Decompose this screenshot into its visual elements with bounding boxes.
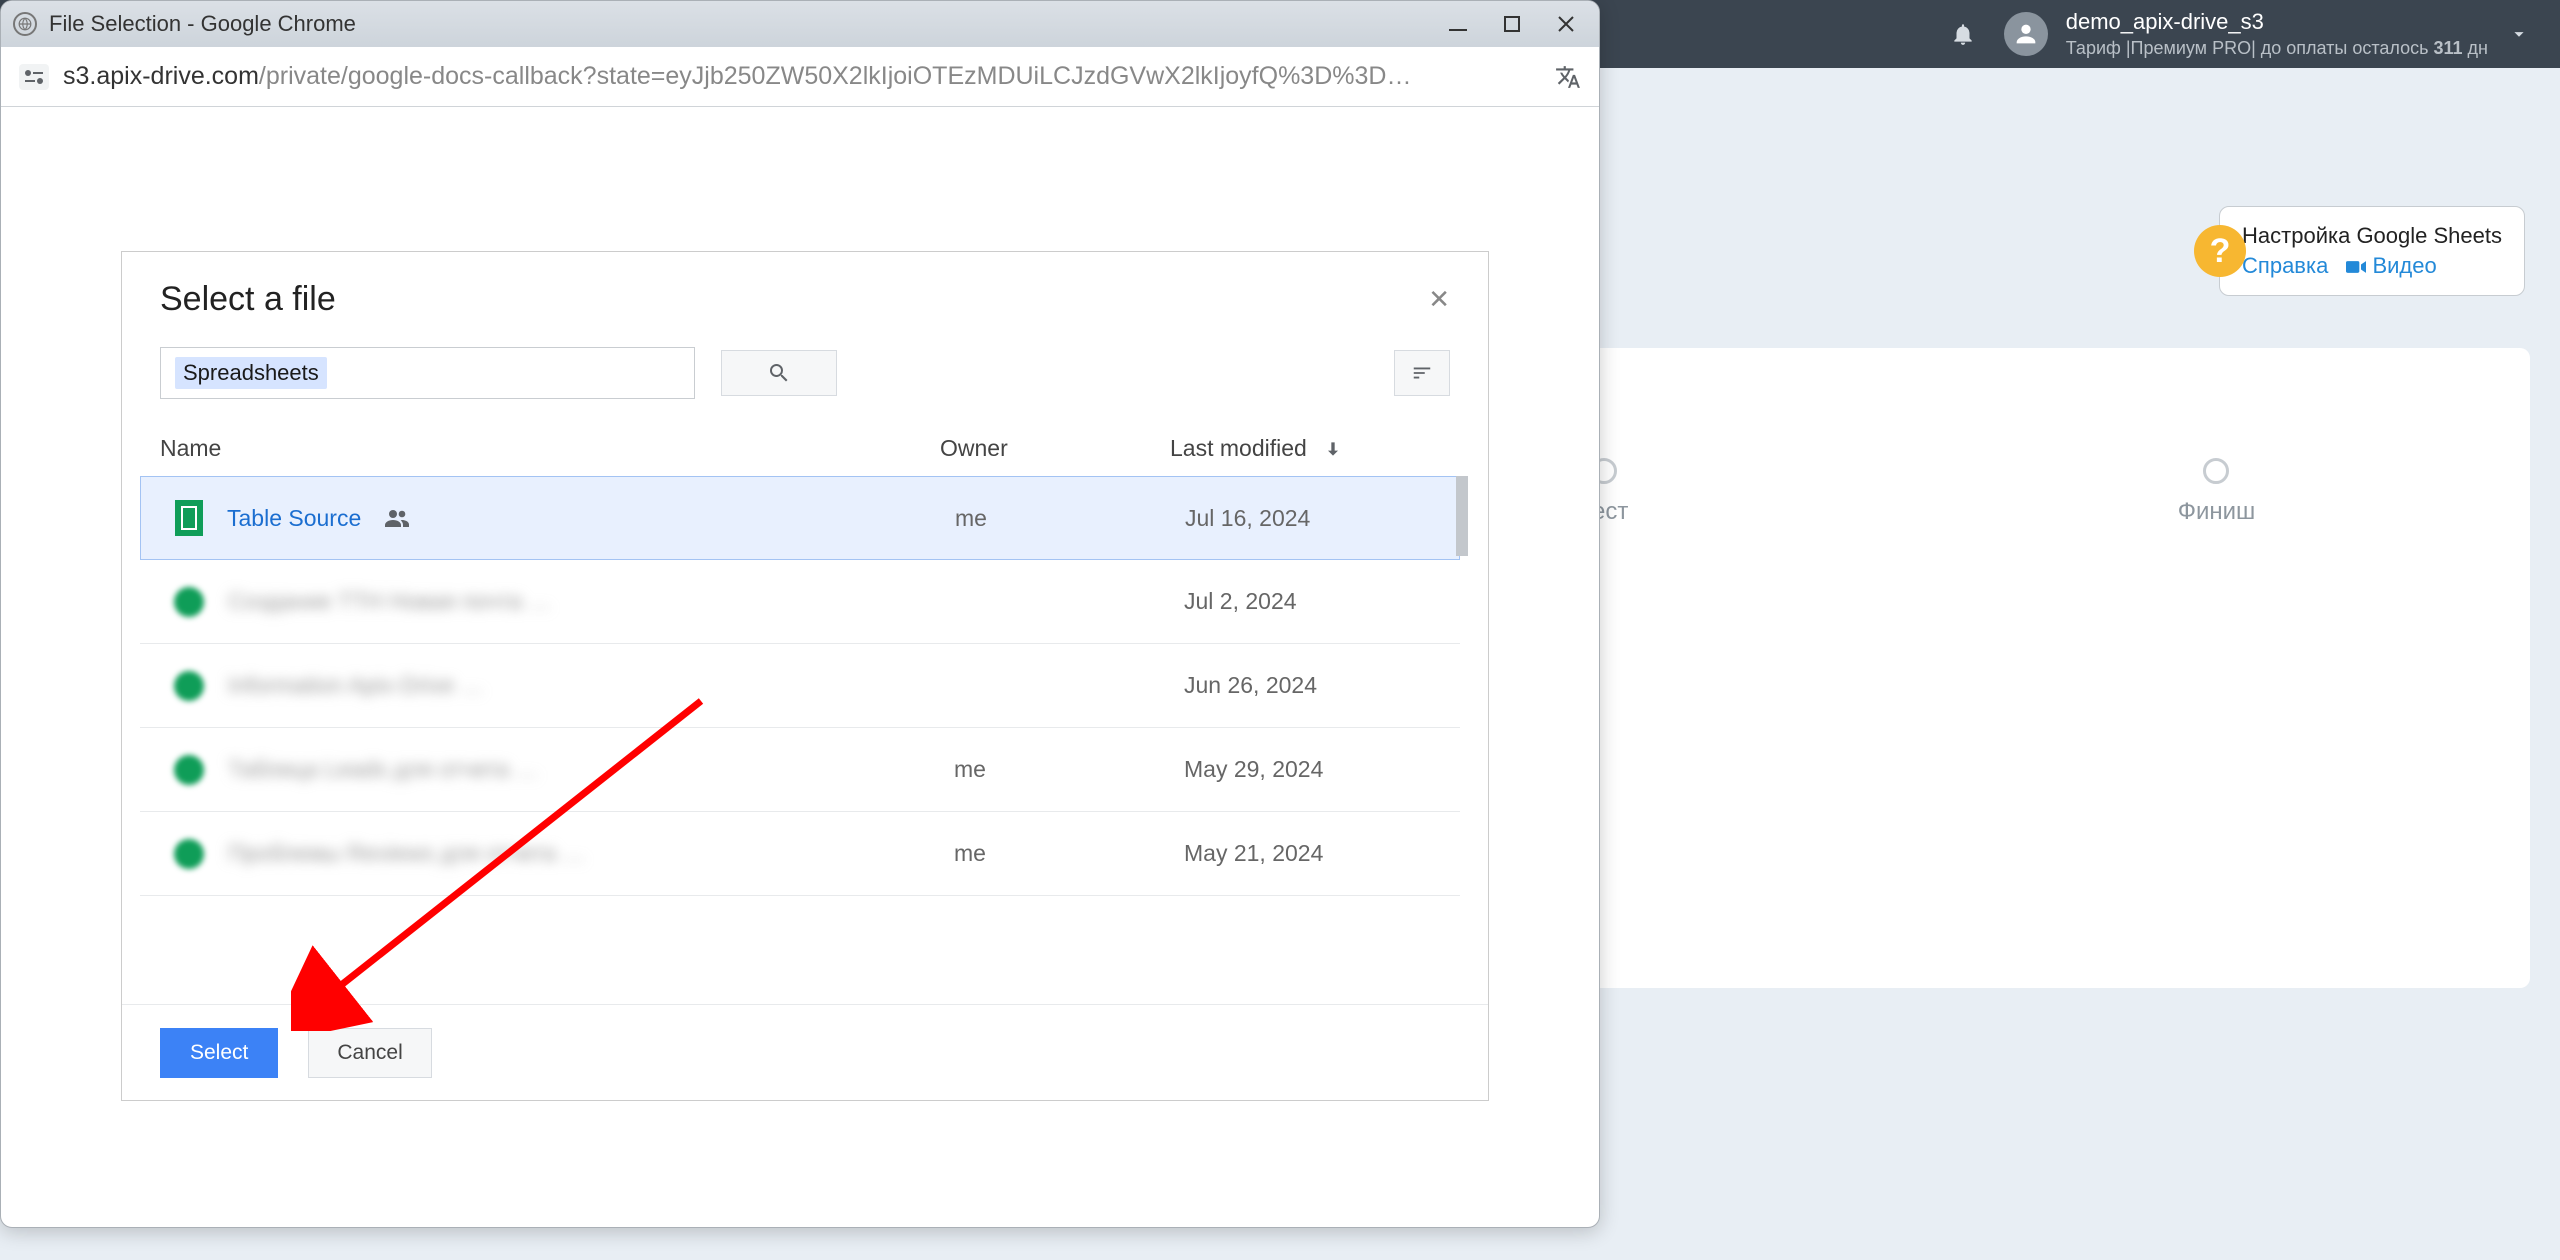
url-bar[interactable]: s3.apix-drive.com/private/google-docs-ca… bbox=[1, 47, 1599, 107]
chevron-down-icon[interactable] bbox=[2508, 23, 2530, 45]
picker-toolbar: Spreadsheets bbox=[122, 337, 1488, 417]
site-settings-icon[interactable] bbox=[19, 64, 49, 90]
sheets-icon bbox=[175, 500, 203, 536]
window-buttons bbox=[1447, 13, 1577, 35]
filter-chip[interactable]: Spreadsheets bbox=[175, 357, 327, 389]
file-row[interactable]: Создание ТТН Новая почта … Jul 2, 2024 bbox=[140, 560, 1460, 644]
help-link-reference[interactable]: Справка bbox=[2242, 253, 2328, 279]
search-input[interactable]: Spreadsheets bbox=[160, 347, 695, 399]
file-name: Таблица Leads для отчета … bbox=[228, 756, 539, 783]
file-name: Создание ТТН Новая почта … bbox=[228, 588, 551, 615]
file-picker: Select a file ✕ Spreadsheets Name Owner … bbox=[121, 251, 1489, 1101]
sheets-icon bbox=[174, 839, 204, 869]
file-modified: May 21, 2024 bbox=[1184, 840, 1426, 867]
picker-list: Table Source me Jul 16, 2024 Создание ТТ… bbox=[126, 476, 1468, 1004]
user-tariff: Тариф |Премиум PRO| до оплаты осталось 3… bbox=[2066, 37, 2488, 60]
shared-icon bbox=[385, 509, 409, 527]
cancel-button[interactable]: Cancel bbox=[308, 1028, 431, 1078]
file-modified: Jun 26, 2024 bbox=[1184, 672, 1426, 699]
file-row[interactable]: Таблица Leads для отчета … me May 29, 20… bbox=[140, 728, 1460, 812]
file-name: Проблемы Reviews для отчета … bbox=[228, 840, 585, 867]
step-circle bbox=[2203, 458, 2229, 484]
popup-title: File Selection - Google Chrome bbox=[49, 11, 1435, 37]
picker-columns: Name Owner Last modified bbox=[122, 417, 1488, 462]
translate-icon[interactable] bbox=[1555, 64, 1581, 90]
sheets-icon bbox=[174, 671, 204, 701]
select-button[interactable]: Select bbox=[160, 1028, 278, 1078]
file-row[interactable]: Information Apix-Drive … Jun 26, 2024 bbox=[140, 644, 1460, 728]
file-modified: May 29, 2024 bbox=[1184, 756, 1426, 783]
file-name: Table Source bbox=[227, 505, 361, 532]
close-icon[interactable]: ✕ bbox=[1428, 284, 1450, 315]
avatar[interactable] bbox=[2004, 12, 2048, 56]
help-link-video[interactable]: Видео bbox=[2346, 253, 2436, 279]
picker-title: Select a file bbox=[160, 280, 336, 319]
bell-icon[interactable] bbox=[1947, 18, 1979, 50]
step-label: Финиш bbox=[2178, 498, 2256, 526]
file-owner: me bbox=[955, 505, 1185, 532]
step-finish[interactable]: Финиш bbox=[2178, 458, 2256, 526]
file-row[interactable]: Table Source me Jul 16, 2024 bbox=[140, 476, 1460, 560]
sort-button[interactable] bbox=[1394, 350, 1450, 396]
sort-arrow-down-icon bbox=[1323, 439, 1343, 459]
question-icon[interactable]: ? bbox=[2194, 225, 2246, 277]
globe-icon bbox=[13, 12, 37, 36]
sheets-icon bbox=[174, 587, 204, 617]
popup-titlebar[interactable]: File Selection - Google Chrome bbox=[1, 1, 1599, 47]
user-name: demo_apix-drive_s3 bbox=[2066, 8, 2488, 37]
file-owner: me bbox=[954, 840, 1184, 867]
sheets-icon bbox=[174, 755, 204, 785]
picker-header: Select a file ✕ bbox=[122, 252, 1488, 337]
file-owner: me bbox=[954, 756, 1184, 783]
column-owner[interactable]: Owner bbox=[940, 435, 1170, 462]
column-name[interactable]: Name bbox=[160, 435, 940, 462]
chrome-popup-window: File Selection - Google Chrome s3.apix-d… bbox=[0, 0, 1600, 1228]
url-text: s3.apix-drive.com/private/google-docs-ca… bbox=[63, 62, 1541, 91]
minimize-button[interactable] bbox=[1447, 13, 1469, 35]
help-tooltip: ? Настройка Google Sheets Справка Видео bbox=[2219, 206, 2525, 296]
file-modified: Jul 2, 2024 bbox=[1184, 588, 1426, 615]
user-info[interactable]: demo_apix-drive_s3 Тариф |Премиум PRO| д… bbox=[2066, 8, 2488, 60]
maximize-button[interactable] bbox=[1501, 13, 1523, 35]
file-row[interactable]: Проблемы Reviews для отчета … me May 21,… bbox=[140, 812, 1460, 896]
search-button[interactable] bbox=[721, 350, 837, 396]
help-title: Настройка Google Sheets bbox=[2242, 223, 2502, 249]
file-name: Information Apix-Drive … bbox=[228, 672, 484, 699]
help-text: Настройка Google Sheets Справка Видео bbox=[2242, 223, 2502, 279]
close-button[interactable] bbox=[1555, 13, 1577, 35]
picker-footer: Select Cancel bbox=[122, 1004, 1488, 1100]
file-modified: Jul 16, 2024 bbox=[1185, 505, 1425, 532]
scrollbar[interactable] bbox=[1456, 476, 1468, 556]
column-modified[interactable]: Last modified bbox=[1170, 435, 1450, 462]
